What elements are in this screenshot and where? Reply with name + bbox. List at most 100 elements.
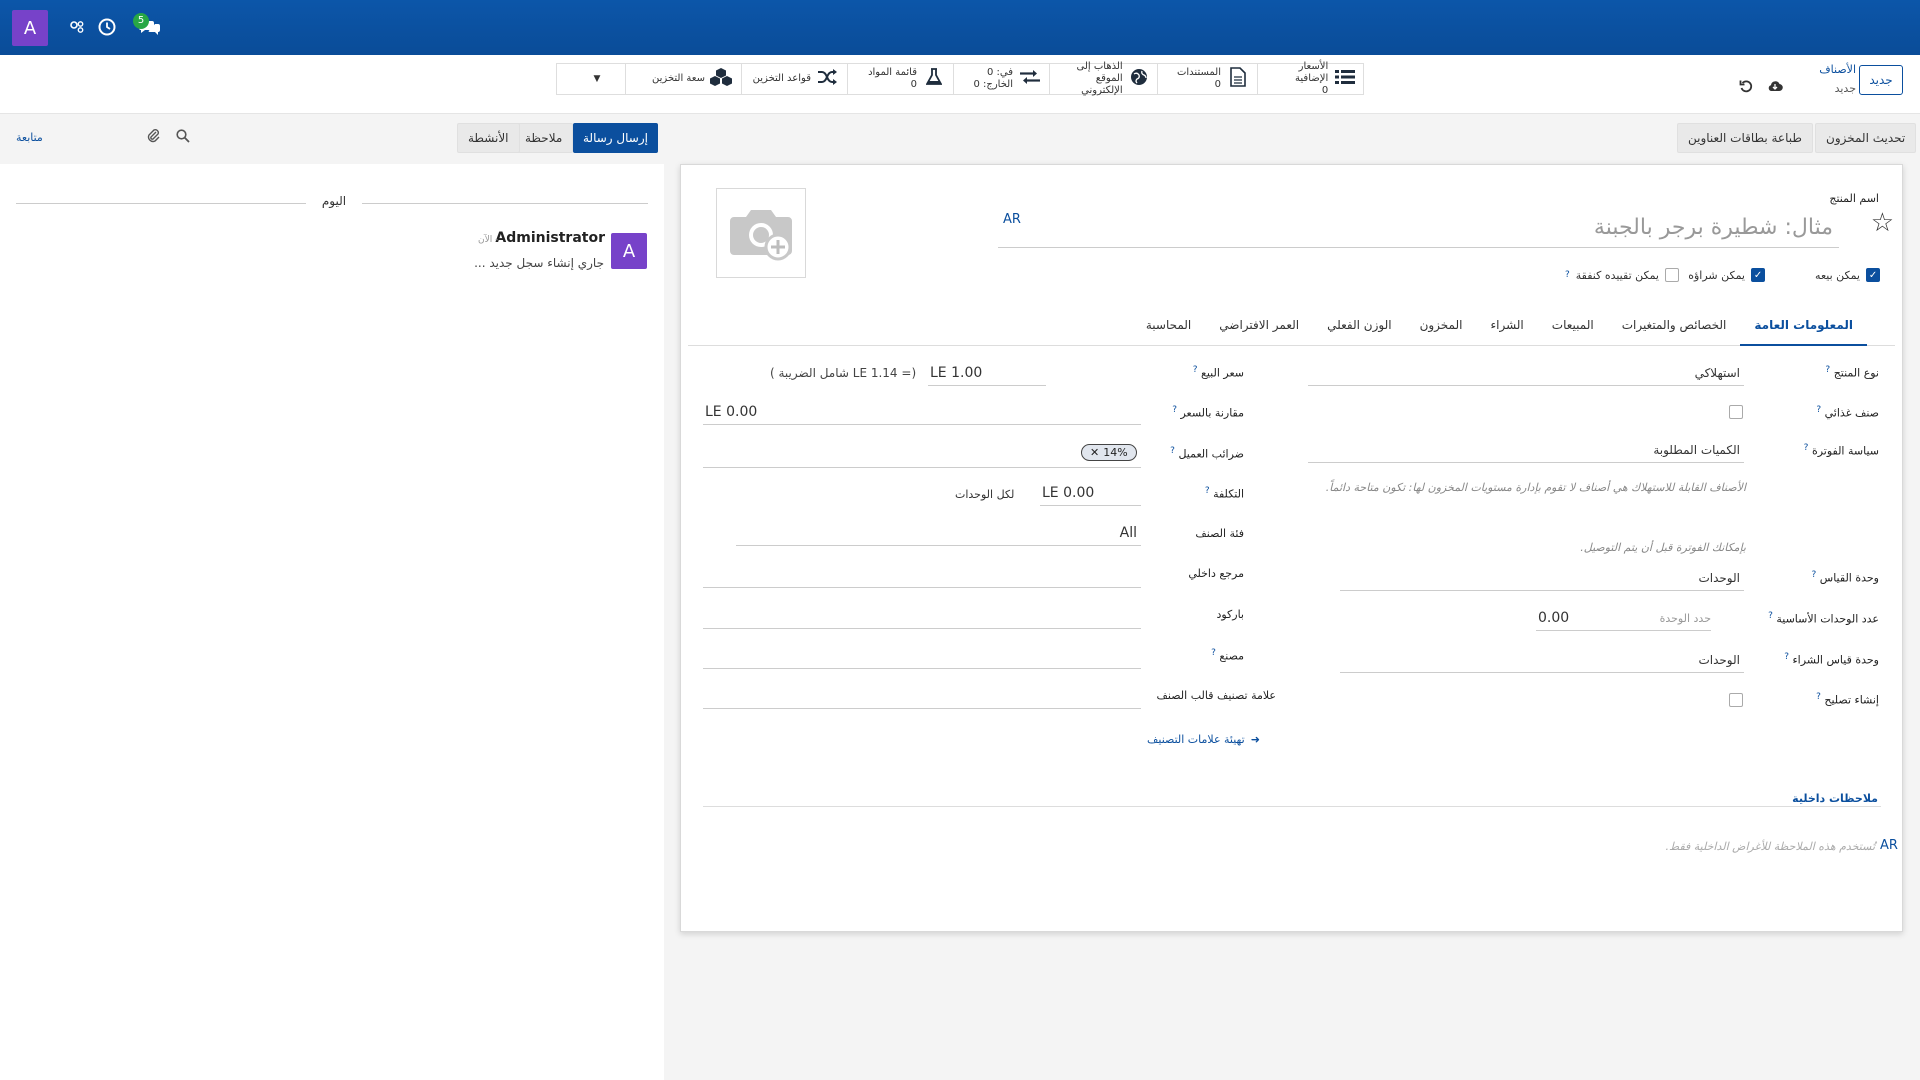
help-icon[interactable]: ? [1816,692,1821,702]
can-be-expensed-checkbox[interactable]: يمكن تقييده كنفقة ? [1565,268,1679,282]
smart-button-go-website[interactable]: الذهاب إلى الموقع الإلكتروني [1049,61,1157,96]
discard-icon[interactable] [1737,77,1755,95]
template-tag-input[interactable] [703,685,1141,709]
name-language-button[interactable]: AR [1003,212,1021,227]
smart-button-label: الذهاب إلى الموقع الإلكتروني [1076,61,1123,96]
print-labels-button[interactable]: طباعة بطاقات العناوين [1677,123,1813,153]
checkbox-unchecked-icon[interactable] [1729,405,1743,419]
sale-price-input[interactable]: LE 1.00 [928,362,1046,386]
manufacturer-label: مصنع ? [1211,648,1244,663]
follow-button[interactable]: متابعة [16,131,43,144]
product-image-upload[interactable] [716,188,806,278]
tab-actual-weight[interactable]: الوزن الفعلي [1313,310,1405,346]
barcode-input[interactable] [703,605,1141,629]
checkbox-checked-icon[interactable]: ✓ [1751,268,1765,282]
smart-button-value: 0 [1214,79,1221,90]
smart-button-extra-prices[interactable]: الأسعار الإضافية 0 [1257,61,1363,96]
product-name-label: اسم المنتج [1829,192,1879,205]
internal-notes-input[interactable]: تُستخدم هذه الملاحظة للأغراض الداخلية فق… [1666,840,1876,853]
invoice-policy-select[interactable]: الكميات المطلوبة [1308,439,1744,463]
base-units-label: عدد الوحدات الأساسية ? [1768,611,1879,626]
breadcrumb-parent[interactable]: الأصناف [1819,63,1856,76]
tab-general-info[interactable]: المعلومات العامة [1740,310,1867,346]
smart-button-putaway-rules[interactable]: قواعد التخزين [741,64,847,94]
tax-tag[interactable]: ✕ 14% [1081,444,1137,461]
tab-sales[interactable]: المبيعات [1538,310,1608,346]
customer-tax-input[interactable] [703,442,1141,468]
configure-tags-link[interactable]: ➜ تهيئة علامات التصنيف [1147,733,1260,746]
flask-icon [923,67,945,91]
save-cloud-icon[interactable] [1766,77,1784,95]
smart-button-documents[interactable]: المستندات 0 [1157,64,1257,94]
tab-attributes-variants[interactable]: الخصائص والمتغيرات [1608,310,1741,346]
user-avatar[interactable]: A [12,10,48,46]
search-icon[interactable] [176,129,190,147]
internal-reference-input[interactable] [703,564,1141,588]
checkbox-unchecked-icon[interactable] [1729,693,1743,707]
invoice-policy-label: سياسة الفوترة ? [1803,443,1879,458]
tag-remove-icon[interactable]: ✕ [1090,446,1099,459]
sale-price-label: سعر البيع ? [1192,365,1244,380]
cost-input[interactable]: LE 0.00 [1040,482,1141,506]
checkbox-checked-icon[interactable]: ✓ [1866,268,1880,282]
help-icon[interactable]: ? [1825,365,1830,375]
help-icon[interactable]: ? [1784,652,1789,662]
tab-inventory[interactable]: المخزون [1406,310,1477,346]
manufacturer-input[interactable] [703,645,1141,669]
help-icon[interactable]: ? [1565,270,1570,280]
more-dropdown-button[interactable]: ▼ [569,64,625,94]
category-select[interactable]: All [736,522,1141,546]
help-icon[interactable]: ? [1812,570,1817,580]
smart-button-bom[interactable]: قائمة المواد 0 [847,64,953,94]
globe-icon [1129,68,1149,91]
can-be-sold-checkbox[interactable]: ✓ يمكن بيعه [1815,268,1880,282]
message-body: جاري إنشاء سجل جديد ... [474,256,604,270]
purchase-uom-select[interactable]: الوحدات [1340,649,1744,673]
help-icon[interactable]: ? [1193,365,1198,375]
checkbox-unchecked-icon[interactable] [1665,268,1679,282]
new-button[interactable]: جديد [1859,65,1903,95]
favorite-star-icon[interactable]: ☆ [1871,208,1894,238]
notes-language-button[interactable]: AR [1880,838,1898,853]
create-repair-checkbox[interactable] [1729,693,1743,710]
update-quantity-button[interactable]: تحديث المخزون [1815,123,1917,153]
product-name-input[interactable]: مثال: شطيرة برجر بالجبنة [998,208,1839,248]
product-tabs: المعلومات العامة الخصائص والمتغيرات المب… [688,310,1895,346]
smart-button-label: الأسعار الإضافية [1295,61,1329,84]
smart-button-storage-capacity[interactable]: سعة التخزين [625,64,741,94]
smart-buttons-bar: الأسعار الإضافية 0 المستندات 0 الذهاب إلى … [556,61,1364,96]
help-icon[interactable]: ? [1170,446,1175,456]
message-author-name[interactable]: Administrator [495,230,605,246]
base-units-uom-placeholder[interactable]: حدد الوحدة [1660,612,1711,625]
activities-button[interactable]: الأنشطة [457,123,520,153]
smart-button-label: المستندات [1176,67,1221,78]
tab-shelf-life[interactable]: العمر الافتراضي [1205,310,1313,346]
clock-icon[interactable] [94,14,120,40]
help-icon[interactable]: ? [1172,405,1177,415]
arrow-left-icon: ➜ [1250,733,1260,746]
help-icon[interactable]: ? [1768,611,1773,621]
compare-price-input[interactable]: LE 0.00 [703,401,1141,425]
smart-button-in-out[interactable]: في: 0 الخارج: 0 [953,64,1049,94]
uom-select[interactable]: الوحدات [1340,567,1744,591]
log-note-button[interactable]: ملاحظة [514,123,574,153]
caret-down-icon: ▼ [593,74,601,84]
message-author-avatar[interactable]: A [611,233,647,269]
date-separator-line [16,203,306,204]
users-icon[interactable] [64,14,90,40]
product-type-select[interactable]: استهلاكي [1308,362,1744,386]
help-icon[interactable]: ? [1804,443,1809,453]
is-food-checkbox[interactable] [1729,405,1743,422]
is-food-label: صنف غذائي ? [1816,405,1879,420]
smart-button-value: الخارج: 0 [973,79,1013,90]
transfer-icon [1019,69,1041,90]
send-message-button[interactable]: إرسال رسالة [573,123,658,153]
help-icon[interactable]: ? [1205,486,1210,496]
document-icon [1227,66,1249,92]
paperclip-icon[interactable] [146,127,160,147]
tab-purchase[interactable]: الشراء [1476,310,1537,346]
can-be-purchased-checkbox[interactable]: ✓ يمكن شراؤه [1688,268,1765,282]
help-icon[interactable]: ? [1211,648,1216,658]
tab-accounting[interactable]: المحاسبة [1132,310,1205,346]
help-icon[interactable]: ? [1816,405,1821,415]
